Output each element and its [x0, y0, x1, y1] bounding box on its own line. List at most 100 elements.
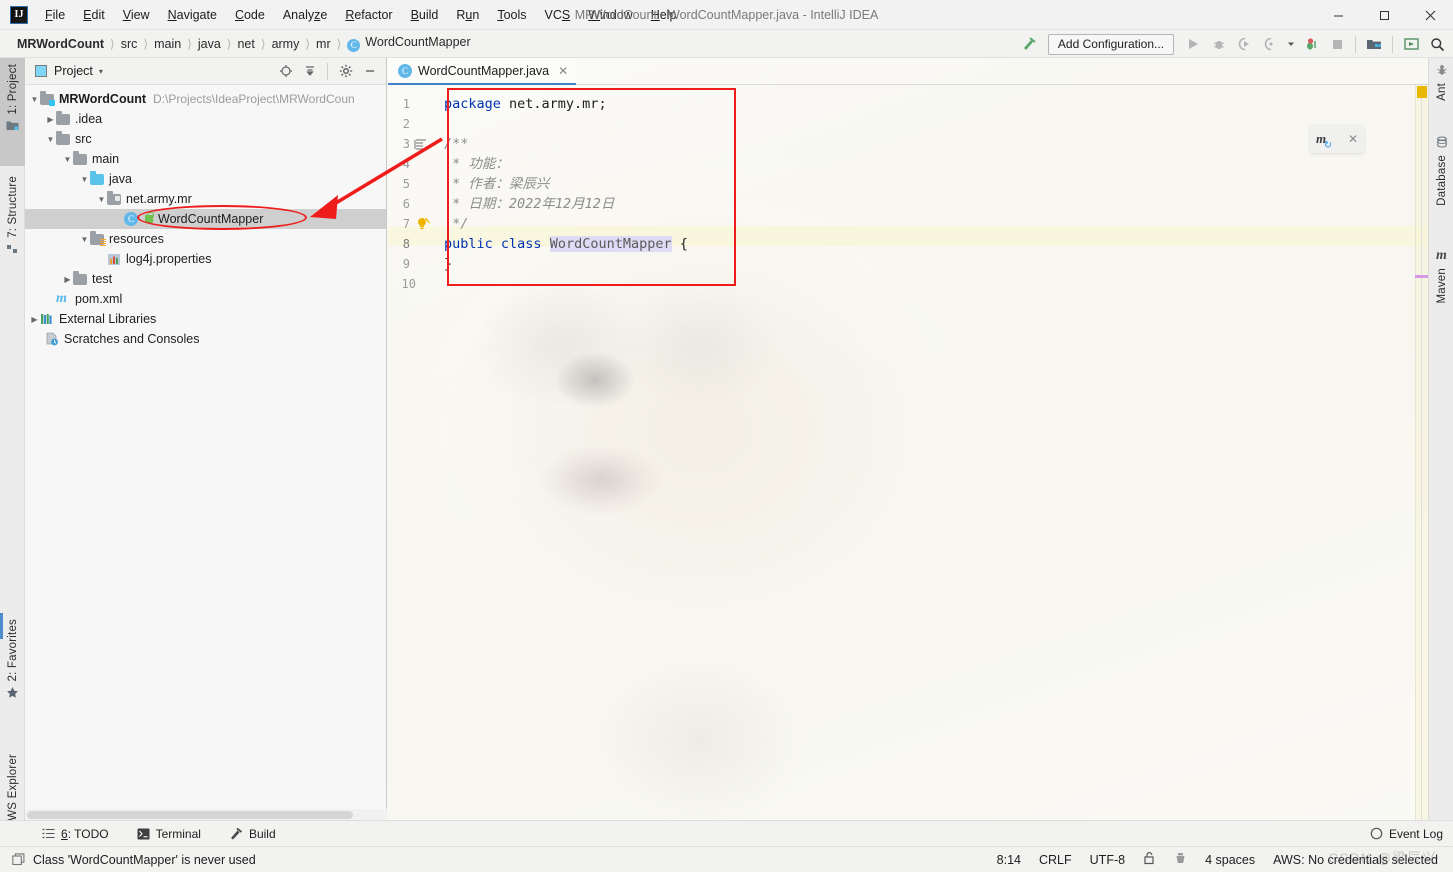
encoding-widget[interactable]: UTF-8	[1081, 850, 1134, 870]
scrollbar-thumb[interactable]	[27, 811, 353, 819]
indent-widget[interactable]: 4 spaces	[1196, 850, 1264, 870]
menu-edit[interactable]: Edit	[74, 5, 114, 25]
expand-arrow-icon[interactable]: ▼	[96, 195, 107, 204]
comment-close: */	[444, 216, 469, 232]
menu-navigate[interactable]: Navigate	[159, 5, 226, 25]
project-panel-horizontal-scrollbar[interactable]	[25, 809, 387, 820]
event-log-button[interactable]: Event Log	[1370, 827, 1443, 841]
error-stripe[interactable]	[1415, 85, 1428, 820]
run-with-coverage-button[interactable]	[1233, 32, 1257, 56]
sidebar-item-database[interactable]: Database	[1429, 130, 1453, 236]
sidebar-item-structure[interactable]: 7: Structure	[0, 170, 25, 290]
project-settings-button[interactable]	[335, 61, 356, 82]
line-separator-widget[interactable]: CRLF	[1030, 850, 1081, 870]
tree-row-pom-xml[interactable]: m pom.xml	[25, 289, 386, 309]
updates-button[interactable]	[1399, 32, 1423, 56]
tree-label: External Libraries	[59, 312, 157, 326]
bottom-tab-terminal[interactable]: Terminal	[133, 825, 205, 843]
search-everywhere-button[interactable]	[1425, 32, 1449, 56]
bottom-tab-build[interactable]: Build	[225, 825, 280, 843]
breadcrumb-item-main[interactable]: main	[151, 36, 184, 52]
inspections-widget[interactable]	[1165, 848, 1196, 871]
stop-button[interactable]	[1325, 32, 1349, 56]
editor-tab-wordcountmapper[interactable]: C WordCountMapper.java ✕	[388, 58, 577, 85]
readonly-toggle[interactable]	[1134, 848, 1165, 871]
tree-row-src[interactable]: ▼ src	[25, 129, 386, 149]
close-tab-icon[interactable]: ✕	[558, 64, 568, 78]
chevron-down-icon[interactable]: ▾	[99, 67, 103, 76]
warning-marker[interactable]	[1417, 86, 1427, 98]
expand-arrow-icon[interactable]: ▼	[79, 175, 90, 184]
attach-debugger-button[interactable]	[1299, 32, 1323, 56]
close-icon[interactable]: ✕	[1348, 132, 1358, 146]
expand-arrow-icon[interactable]: ▶	[29, 315, 40, 324]
minimize-button[interactable]	[1315, 0, 1361, 30]
editor-code-content[interactable]: package net.army.mr; /** * 功能： * 作者：梁辰兴 …	[444, 85, 1428, 820]
maximize-button[interactable]	[1361, 0, 1407, 30]
maven-reload-popup[interactable]: m ✕	[1310, 125, 1364, 153]
tree-row-external-libraries[interactable]: ▶ External Libraries	[25, 309, 386, 329]
event-log-label: Event Log	[1388, 826, 1443, 841]
breadcrumb-item-src[interactable]: src	[118, 36, 141, 52]
collapse-all-button[interactable]	[299, 61, 320, 82]
add-configuration-button[interactable]: Add Configuration...	[1047, 33, 1174, 55]
tree-row-log4j-properties[interactable]: log4j.properties	[25, 249, 386, 269]
select-opened-file-button[interactable]	[275, 61, 296, 82]
menu-code[interactable]: Code	[226, 5, 274, 25]
expand-arrow-icon[interactable]: ▶	[45, 115, 56, 124]
editor-gutter: 1 2 3 4 5 6 7 8 9 10	[388, 85, 444, 820]
tree-row-resources[interactable]: ▼ resources	[25, 229, 386, 249]
caret-position-widget[interactable]: 8:14	[988, 850, 1030, 870]
menu-refactor[interactable]: Refactor	[336, 5, 401, 25]
expand-arrow-icon[interactable]: ▼	[62, 155, 73, 164]
menu-analyze[interactable]: Analyze	[274, 5, 336, 25]
tree-row-main[interactable]: ▼ main	[25, 149, 386, 169]
sidebar-item-maven[interactable]: m Maven	[1429, 242, 1453, 332]
run-button[interactable]	[1181, 32, 1205, 56]
hide-panel-button[interactable]	[359, 61, 380, 82]
expand-arrow-icon[interactable]: ▼	[29, 95, 40, 104]
package-name: net.army.mr;	[500, 96, 607, 112]
menu-window[interactable]: Window	[579, 5, 641, 25]
build-project-button[interactable]	[1017, 32, 1041, 56]
tree-row-mrwordcount[interactable]: ▼ MRWordCount D:\Projects\IdeaProject\MR…	[25, 89, 386, 109]
tree-row-test[interactable]: ▶ test	[25, 269, 386, 289]
tree-row-scratches-consoles[interactable]: Scratches and Consoles	[25, 329, 386, 349]
menu-vcs[interactable]: VCS	[536, 5, 580, 25]
expand-arrow-icon[interactable]: ▼	[45, 135, 56, 144]
profiler-dropdown[interactable]	[1285, 32, 1297, 56]
menu-file[interactable]: File	[36, 5, 74, 25]
expand-arrow-icon[interactable]: ▼	[79, 235, 90, 244]
bottom-tab-todo[interactable]: 6: TODO	[38, 825, 113, 843]
close-button[interactable]	[1407, 0, 1453, 30]
breadcrumb-item-class[interactable]: C WordCountMapper	[344, 34, 473, 53]
breadcrumb-item-mr[interactable]: mr	[313, 36, 334, 52]
tree-row-wordcountmapper[interactable]: C WordCountMapper	[25, 209, 386, 229]
menu-run[interactable]: Run	[447, 5, 488, 25]
aws-credentials-widget[interactable]: AWS: No credentials selected	[1264, 850, 1447, 870]
breadcrumb-item-army[interactable]: army	[269, 36, 303, 52]
intention-bulb-icon[interactable]	[416, 214, 434, 234]
breadcrumb-item-java[interactable]: java	[195, 36, 224, 52]
tree-label: pom.xml	[75, 292, 123, 306]
sidebar-item-favorites[interactable]: 2: Favorites	[0, 613, 25, 733]
debug-button[interactable]	[1207, 32, 1231, 56]
menu-build[interactable]: Build	[402, 5, 448, 25]
tree-row-idea[interactable]: ▶ .idea	[25, 109, 386, 129]
project-structure-button[interactable]	[1362, 32, 1386, 56]
menu-view[interactable]: View	[114, 5, 159, 25]
menu-tools[interactable]: Tools	[488, 5, 535, 25]
sidebar-item-ant[interactable]: Ant	[1429, 58, 1453, 124]
expand-arrow-icon[interactable]: ▶	[62, 275, 73, 284]
occurrence-marker[interactable]	[1415, 275, 1428, 278]
sidebar-item-project[interactable]: 1: Project	[0, 58, 25, 166]
tree-row-java[interactable]: ▼ java	[25, 169, 386, 189]
maven-reload-icon[interactable]: m	[1316, 131, 1332, 151]
breadcrumb-item-net[interactable]: net	[234, 36, 257, 52]
code-folding-region-icon[interactable]	[414, 134, 432, 154]
editor-scrollbar-track[interactable]	[1421, 85, 1422, 820]
menu-help[interactable]: Help	[642, 5, 686, 25]
profiler-button[interactable]	[1259, 32, 1283, 56]
tree-row-package[interactable]: ▼ net.army.mr	[25, 189, 386, 209]
breadcrumb-item-project[interactable]: MRWordCount	[14, 36, 107, 52]
